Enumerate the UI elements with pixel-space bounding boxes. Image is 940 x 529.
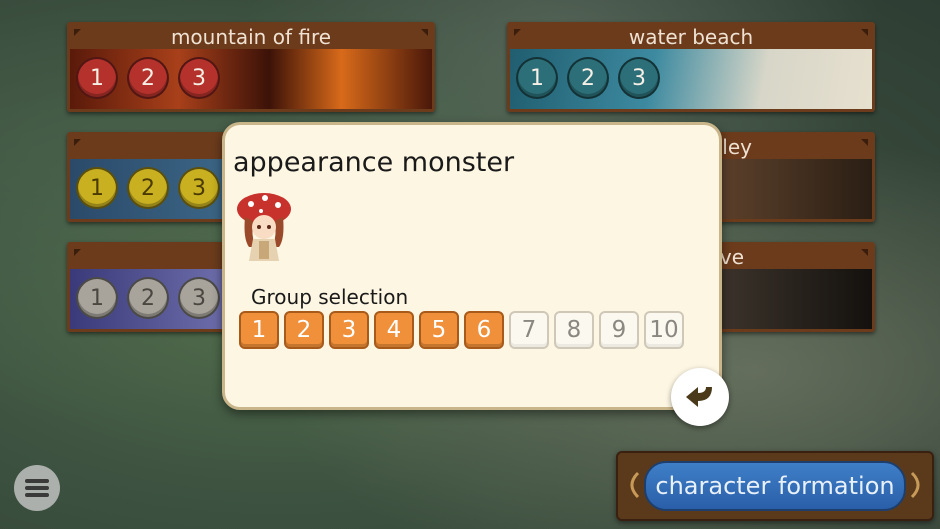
group-7-button[interactable]: 7 xyxy=(509,311,549,349)
stage-title: mountain of fire xyxy=(70,25,432,49)
level-1-button[interactable]: 1 xyxy=(516,57,558,99)
stage-title: water beach xyxy=(510,25,872,49)
level-2-button[interactable]: 2 xyxy=(127,57,169,99)
group-2-button[interactable]: 2 xyxy=(284,311,324,349)
group-8-button[interactable]: 8 xyxy=(554,311,594,349)
level-1-button[interactable]: 1 xyxy=(76,57,118,99)
level-3-button[interactable]: 3 xyxy=(618,57,660,99)
corner-ornament xyxy=(74,249,81,256)
group-selection-label: Group selection xyxy=(251,285,409,309)
corner-ornament xyxy=(514,29,521,36)
corner-ornament xyxy=(74,29,81,36)
corner-ornament xyxy=(861,139,868,146)
back-arrow-icon xyxy=(686,387,712,407)
corner-ornament xyxy=(861,249,868,256)
mushroom-girl-monster-icon xyxy=(235,189,293,263)
level-2-button[interactable]: 2 xyxy=(127,167,169,209)
character-formation-button[interactable]: character formation xyxy=(616,451,934,521)
group-9-button[interactable]: 9 xyxy=(599,311,639,349)
group-4-button[interactable]: 4 xyxy=(374,311,414,349)
ornament-icon xyxy=(910,471,920,499)
group-3-button[interactable]: 3 xyxy=(329,311,369,349)
character-formation-label: character formation xyxy=(644,461,906,511)
ornament-icon xyxy=(630,471,640,499)
group-selector: 1 2 3 4 5 6 7 8 9 10 xyxy=(239,311,684,349)
level-2-button[interactable]: 2 xyxy=(127,277,169,319)
group-1-button[interactable]: 1 xyxy=(239,311,279,349)
corner-ornament xyxy=(74,139,81,146)
corner-ornament xyxy=(421,29,428,36)
back-button[interactable] xyxy=(671,368,729,426)
appearance-monster-dialog: appearance monster Group selection 1 2 3… xyxy=(222,122,722,410)
corner-ornament xyxy=(861,29,868,36)
group-5-button[interactable]: 5 xyxy=(419,311,459,349)
menu-icon xyxy=(25,479,49,497)
level-3-button[interactable]: 3 xyxy=(178,277,220,319)
group-10-button[interactable]: 10 xyxy=(644,311,684,349)
group-6-button[interactable]: 6 xyxy=(464,311,504,349)
level-1-button[interactable]: 1 xyxy=(76,277,118,319)
level-2-button[interactable]: 2 xyxy=(567,57,609,99)
level-3-button[interactable]: 3 xyxy=(178,167,220,209)
stage-mountain-of-fire[interactable]: mountain of fire 1 2 3 xyxy=(67,22,435,112)
dialog-title: appearance monster xyxy=(233,147,515,178)
stage-water-beach[interactable]: water beach 1 2 3 xyxy=(507,22,875,112)
menu-button[interactable] xyxy=(14,465,60,511)
level-1-button[interactable]: 1 xyxy=(76,167,118,209)
level-3-button[interactable]: 3 xyxy=(178,57,220,99)
